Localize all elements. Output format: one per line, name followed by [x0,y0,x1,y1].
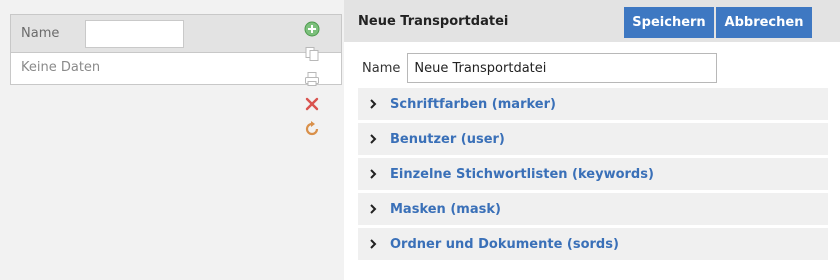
name-label: Name [362,60,401,76]
empty-list-message: Keine Daten [21,60,101,75]
section-label: Einzelne Stichwortlisten (keywords) [390,166,654,182]
save-button[interactable]: Speichern [624,7,714,38]
section-label: Ordner und Dokumente (sords) [390,236,619,252]
print-button[interactable] [302,69,322,89]
chevron-right-icon [368,98,386,110]
name-field[interactable] [407,53,718,83]
transport-file-list: Name Keine Daten [10,14,342,85]
name-filter-input[interactable] [85,19,184,48]
column-header-name: Name [21,26,60,41]
chevron-right-icon [368,238,386,250]
section-marker[interactable]: Schriftfarben (marker) [358,88,828,120]
cancel-button[interactable]: Abbrechen [716,7,812,38]
section-sords[interactable]: Ordner und Dokumente (sords) [358,228,828,260]
section-label: Masken (mask) [390,201,501,217]
list-toolbar [300,19,324,139]
chevron-right-icon [368,133,386,145]
copy-icon [305,47,319,61]
list-header: Name [11,15,341,53]
section-label: Schriftfarben (marker) [390,96,556,112]
name-row: Name [362,53,718,83]
chevron-right-icon [368,203,386,215]
editor-title: Neue Transportdatei [358,13,509,29]
section-list: Schriftfarben (marker) Benutzer (user) E… [358,88,828,263]
delete-icon [305,97,319,111]
editor-header: Neue Transportdatei Speichern Abbrechen [344,0,840,42]
add-button[interactable] [302,19,322,39]
delete-button[interactable] [302,94,322,114]
copy-button[interactable] [302,44,322,64]
section-keywords[interactable]: Einzelne Stichwortlisten (keywords) [358,158,828,190]
section-label: Benutzer (user) [390,131,505,147]
chevron-right-icon [368,168,386,180]
section-mask[interactable]: Masken (mask) [358,193,828,225]
transport-file-editor: Neue Transportdatei Speichern Abbrechen … [344,0,840,280]
refresh-button[interactable] [302,119,322,139]
print-icon [305,72,319,86]
refresh-icon [305,121,319,136]
section-user[interactable]: Benutzer (user) [358,123,828,155]
add-icon [304,21,320,37]
